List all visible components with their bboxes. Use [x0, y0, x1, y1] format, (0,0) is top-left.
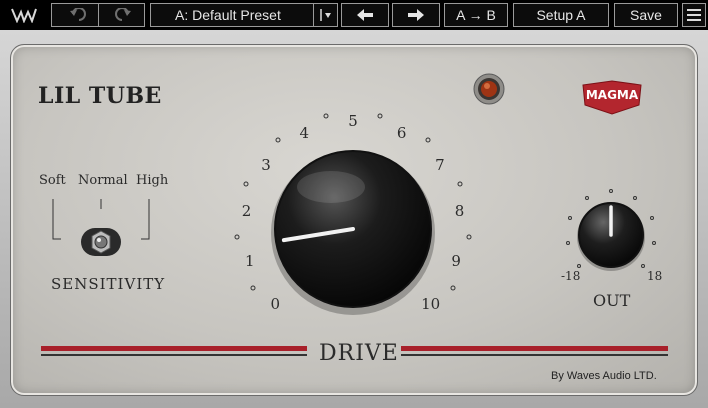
next-preset-button[interactable] [392, 3, 440, 27]
hamburger-menu-icon [687, 9, 701, 21]
out-knob[interactable] [575, 199, 647, 271]
ab-compare-button[interactable]: A → B [444, 3, 508, 27]
plugin-frame: LIL TUBE MAGMA Soft Normal High SENSITIV… [0, 30, 708, 408]
waves-logo-icon[interactable] [6, 3, 42, 27]
out-scale-dot [565, 241, 570, 246]
out-scale-dot [609, 189, 613, 193]
preset-dropdown-button[interactable] [313, 4, 337, 26]
cursor-dropdown-icon [319, 8, 333, 22]
preset-selector[interactable]: A: Default Preset [150, 3, 338, 27]
undo-icon [69, 8, 89, 22]
redo-button[interactable] [98, 3, 145, 27]
out-min-label: -18 [561, 269, 581, 283]
out-title: OUT [593, 291, 631, 310]
arrow-right-icon [407, 8, 425, 22]
out-scale-dot [652, 241, 657, 246]
setup-button[interactable]: Setup A [513, 3, 609, 27]
save-button[interactable]: Save [614, 3, 678, 27]
credit-text: By Waves Audio LTD. [551, 370, 657, 382]
toolbar: A: Default Preset A → B Setup A Save [0, 0, 708, 30]
arrow-left-icon [356, 8, 374, 22]
out-scale-dot [649, 215, 654, 220]
out-max-label: 18 [647, 269, 663, 283]
redo-icon [112, 8, 132, 22]
preset-name: A: Default Preset [175, 7, 281, 23]
out-scale-dot [568, 215, 573, 220]
menu-button[interactable] [682, 3, 706, 27]
prev-preset-button[interactable] [341, 3, 389, 27]
plugin-panel: LIL TUBE MAGMA Soft Normal High SENSITIV… [10, 44, 698, 396]
